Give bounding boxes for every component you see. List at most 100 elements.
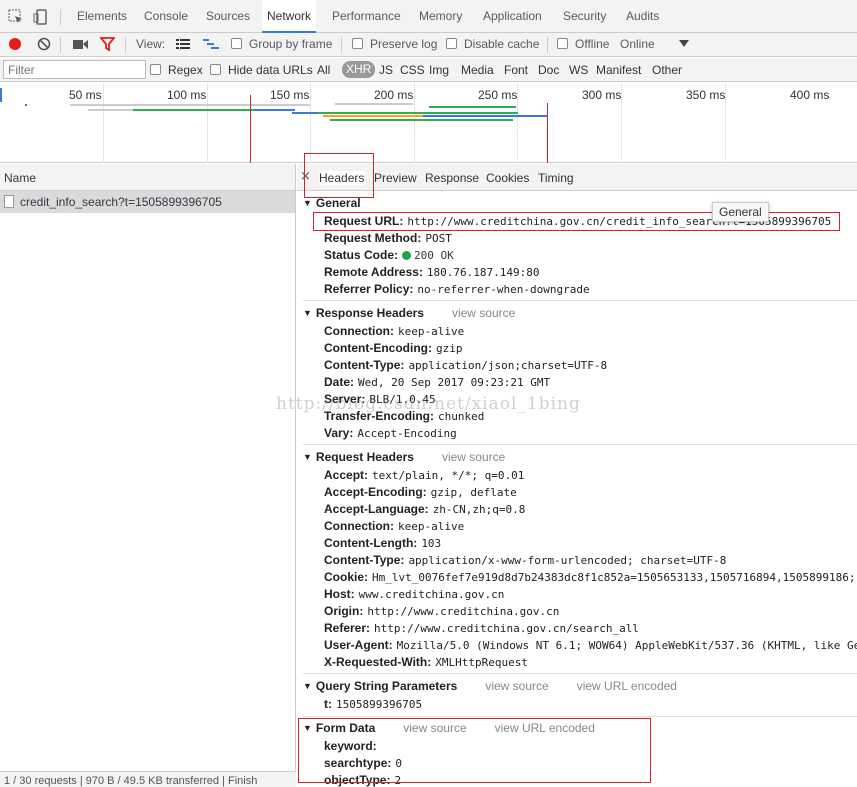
tab-cookies[interactable]: Cookies bbox=[486, 171, 529, 185]
header-key: Host: bbox=[324, 587, 355, 601]
section-divider bbox=[303, 300, 857, 301]
expand-triangle-icon: ▼ bbox=[303, 452, 312, 462]
tab-sources[interactable]: Sources bbox=[206, 0, 250, 33]
chevron-down-icon[interactable] bbox=[679, 40, 689, 48]
query-string-section-header[interactable]: ▼ Query String Parameters view source view … bbox=[303, 679, 677, 693]
timing-bar bbox=[335, 103, 413, 105]
toolbar-divider bbox=[341, 37, 342, 53]
tab-network[interactable]: Network bbox=[262, 0, 317, 33]
device-toolbar-icon[interactable] bbox=[33, 8, 51, 26]
overview-timeline[interactable]: 50 ms 100 ms 150 ms 200 ms 250 ms 300 ms… bbox=[0, 83, 857, 163]
filter-type-xhr[interactable]: XHR bbox=[342, 61, 376, 78]
header-row: Accept-Language: zh-CN,zh;q=0.8 bbox=[324, 502, 525, 516]
view-source-link[interactable]: view source bbox=[485, 679, 548, 693]
filter-type-ws[interactable]: WS bbox=[569, 63, 588, 77]
tick-label: 200 ms bbox=[374, 88, 414, 102]
tab-elements[interactable]: Elements bbox=[77, 0, 127, 33]
header-value: Mozilla/5.0 (Windows NT 6.1; WOW64) Appl… bbox=[396, 639, 857, 652]
header-row: Accept-Encoding: gzip, deflate bbox=[324, 485, 517, 499]
inspect-element-icon[interactable] bbox=[7, 8, 25, 26]
header-value: 103 bbox=[421, 537, 442, 550]
clear-icon[interactable] bbox=[37, 37, 51, 51]
large-rows-icon[interactable] bbox=[176, 39, 190, 50]
header-row: Origin: http://www.creditchina.gov.cn bbox=[324, 604, 559, 618]
tab-console[interactable]: Console bbox=[144, 0, 188, 33]
timing-bar bbox=[323, 115, 423, 117]
timing-bar bbox=[318, 112, 428, 114]
group-by-frame-checkbox[interactable] bbox=[231, 38, 242, 49]
timing-bar bbox=[330, 119, 513, 121]
throttling-select[interactable]: Online bbox=[620, 37, 655, 51]
filter-type-all[interactable]: All bbox=[317, 63, 330, 77]
header-value: www.creditchina.gov.cn bbox=[358, 588, 505, 601]
filter-type-doc[interactable]: Doc bbox=[538, 63, 559, 77]
hide-data-urls-checkbox[interactable] bbox=[210, 64, 221, 75]
tab-memory[interactable]: Memory bbox=[419, 0, 462, 33]
tab-response[interactable]: Response bbox=[425, 171, 479, 185]
general-section-header[interactable]: ▼ General bbox=[303, 196, 361, 210]
section-title: Response Headers bbox=[315, 306, 424, 320]
timing-bar bbox=[428, 112, 518, 114]
offline-checkbox[interactable] bbox=[557, 38, 568, 49]
capture-screenshots-icon[interactable] bbox=[73, 39, 89, 50]
header-value: http://www.creditchina.gov.cn bbox=[367, 605, 560, 618]
header-row: X-Requested-With: XMLHttpRequest bbox=[324, 655, 528, 669]
header-key: Accept: bbox=[324, 468, 369, 482]
name-column-header[interactable]: Name bbox=[0, 164, 295, 191]
request-headers-section-header[interactable]: ▼ Request Headers view source bbox=[303, 450, 505, 464]
header-key: Referrer Policy: bbox=[324, 282, 414, 296]
filter-type-media[interactable]: Media bbox=[461, 63, 494, 77]
filter-type-css[interactable]: CSS bbox=[400, 63, 425, 77]
section-title: Request Headers bbox=[315, 450, 414, 464]
view-url-encoded-link[interactable]: view URL encoded bbox=[577, 679, 677, 693]
tab-preview[interactable]: Preview bbox=[374, 171, 417, 185]
tab-timing[interactable]: Timing bbox=[538, 171, 574, 185]
header-row: Content-Length: 103 bbox=[324, 536, 441, 550]
filter-icon[interactable] bbox=[100, 37, 115, 51]
header-key: User-Agent: bbox=[324, 638, 393, 652]
timing-bar bbox=[88, 109, 133, 111]
filter-type-other[interactable]: Other bbox=[652, 63, 682, 77]
header-value: Wed, 20 Sep 2017 09:23:21 GMT bbox=[358, 376, 551, 389]
tab-performance[interactable]: Performance bbox=[332, 0, 401, 33]
toolbar-divider bbox=[60, 37, 61, 53]
view-source-link[interactable]: view source bbox=[452, 306, 515, 320]
watermark: http://blog.csdn.net/xiaol_1bing bbox=[276, 394, 581, 414]
response-headers-section-header[interactable]: ▼ Response Headers view source bbox=[303, 306, 515, 320]
view-label: View: bbox=[136, 37, 166, 51]
header-key: Status Code: bbox=[324, 248, 399, 262]
filter-bar: Regex Hide data URLs All XHR JS CSS Img … bbox=[0, 58, 857, 82]
regex-label: Regex bbox=[168, 63, 203, 77]
timing-bar bbox=[25, 104, 27, 106]
tab-security[interactable]: Security bbox=[563, 0, 606, 33]
record-icon[interactable] bbox=[8, 37, 22, 51]
header-value: 1505899396705 bbox=[336, 698, 423, 711]
tab-application[interactable]: Application bbox=[483, 0, 542, 33]
header-key: Cookie: bbox=[324, 570, 369, 584]
tab-audits[interactable]: Audits bbox=[626, 0, 659, 33]
tick-label: 150 ms bbox=[270, 88, 310, 102]
grid-line bbox=[103, 83, 104, 163]
request-list: Name credit_info_search?t=1505899396705 … bbox=[0, 164, 296, 787]
regex-checkbox[interactable] bbox=[150, 64, 161, 75]
header-value: application/json;charset=UTF-8 bbox=[408, 359, 608, 372]
filter-type-img[interactable]: Img bbox=[429, 63, 449, 77]
view-source-link[interactable]: view source bbox=[442, 450, 505, 464]
grid-line bbox=[310, 83, 311, 163]
disable-cache-checkbox[interactable] bbox=[446, 38, 457, 49]
filter-input[interactable] bbox=[3, 60, 146, 79]
filter-type-font[interactable]: Font bbox=[504, 63, 528, 77]
section-divider bbox=[303, 673, 857, 674]
header-key: Request Method: bbox=[324, 231, 422, 245]
detail-tab-bar: × Headers Preview Response Cookies Timin… bbox=[297, 164, 857, 191]
header-value: gzip bbox=[435, 342, 463, 355]
request-method-row: Request Method: POST bbox=[324, 231, 452, 245]
waterfall-overview-icon[interactable] bbox=[203, 38, 219, 51]
filter-type-manifest[interactable]: Manifest bbox=[596, 63, 641, 77]
header-value: http://www.creditchina.gov.cn/search_all bbox=[374, 622, 639, 635]
preserve-log-checkbox[interactable] bbox=[352, 38, 363, 49]
section-divider bbox=[303, 444, 857, 445]
filter-type-js[interactable]: JS bbox=[379, 63, 393, 77]
header-value: 180.76.187.149:80 bbox=[426, 266, 540, 279]
request-row[interactable]: credit_info_search?t=1505899396705 bbox=[0, 191, 295, 213]
